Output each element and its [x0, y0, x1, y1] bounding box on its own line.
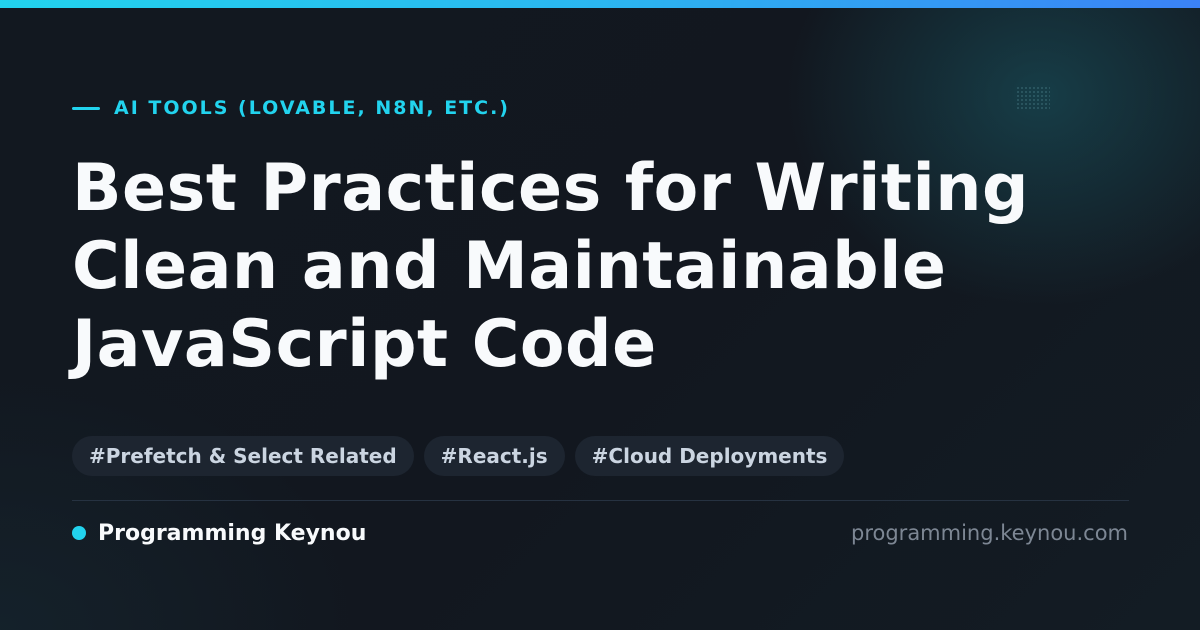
- title-line-2: Clean and Maintainable: [72, 229, 947, 304]
- brand-dot-icon: [72, 526, 86, 540]
- top-accent-bar: [0, 0, 1200, 8]
- tag-cloud-deployments: #Cloud Deployments: [574, 436, 845, 476]
- tag-list: #Prefetch & Select Related #React.js #Cl…: [72, 436, 845, 476]
- title-line-3: JavaScript Code: [72, 307, 657, 382]
- tag-react-js: #React.js: [423, 436, 565, 476]
- page-title: Best Practices for Writing Clean and Mai…: [72, 150, 1132, 384]
- site-url: programming.keynou.com: [851, 521, 1128, 545]
- tag-prefetch-select-related: #Prefetch & Select Related: [72, 436, 414, 476]
- dot-pattern-decoration: [1016, 86, 1050, 110]
- title-line-1: Best Practices for Writing: [72, 151, 1030, 226]
- category-label: AI TOOLS (LOVABLE, N8N, ETC.): [72, 96, 510, 120]
- footer-divider: [72, 500, 1129, 501]
- category-text: AI TOOLS (LOVABLE, N8N, ETC.): [114, 97, 510, 119]
- footer-brand: Programming Keynou: [72, 518, 366, 548]
- brand-name: Programming Keynou: [98, 520, 367, 546]
- accent-line-icon: [72, 106, 100, 110]
